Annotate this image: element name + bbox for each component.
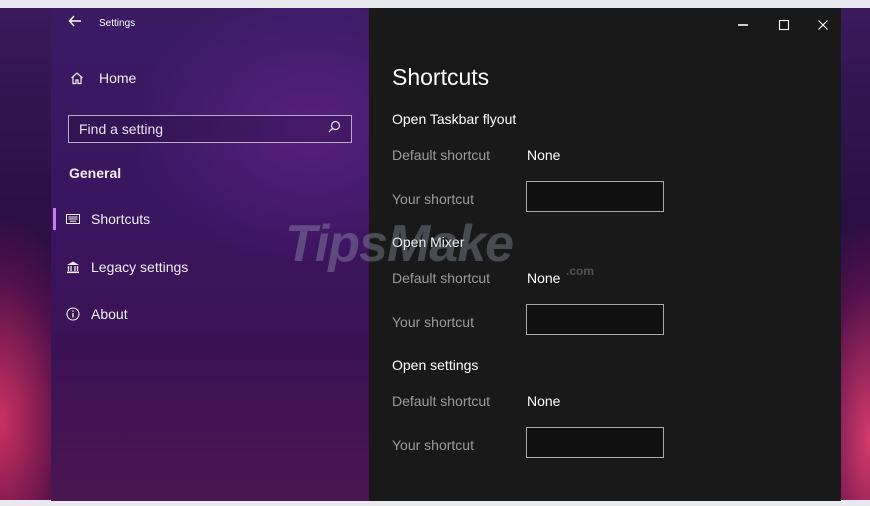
window-title: Settings xyxy=(99,18,136,29)
search-box[interactable] xyxy=(68,115,352,143)
minimize-icon xyxy=(738,24,748,26)
active-indicator xyxy=(53,208,56,230)
default-shortcut-label: Default shortcut xyxy=(392,147,491,163)
close-button[interactable] xyxy=(808,14,838,36)
default-shortcut-label: Default shortcut xyxy=(392,270,491,286)
keyboard-icon xyxy=(65,211,81,227)
shortcut-group-title: Open settings xyxy=(392,357,479,373)
default-shortcut-value: None xyxy=(527,393,561,409)
info-icon xyxy=(65,306,81,322)
arrow-left-icon xyxy=(68,15,81,27)
your-shortcut-field[interactable] xyxy=(526,181,664,212)
shortcut-group-title: Open Taskbar flyout xyxy=(392,111,517,127)
sidebar-item-label: Shortcuts xyxy=(91,211,151,227)
your-shortcut-field[interactable] xyxy=(526,304,664,335)
desktop-top-edge xyxy=(0,0,870,8)
sidebar: Settings Home General xyxy=(51,8,369,501)
back-button[interactable] xyxy=(65,14,85,34)
your-shortcut-label: Your shortcut xyxy=(392,437,474,453)
sidebar-item-about[interactable]: About xyxy=(65,303,128,325)
maximize-icon xyxy=(778,19,790,31)
settings-window: Settings Home General xyxy=(51,8,841,501)
your-shortcut-field[interactable] xyxy=(526,427,664,458)
close-icon xyxy=(818,20,828,30)
page-title: Shortcuts xyxy=(392,64,490,90)
default-shortcut-label: Default shortcut xyxy=(392,393,491,409)
sidebar-item-home[interactable]: Home xyxy=(69,68,136,88)
section-heading: General xyxy=(69,165,122,181)
bank-icon xyxy=(65,259,81,275)
search-input[interactable] xyxy=(79,121,309,137)
maximize-button[interactable] xyxy=(769,14,799,36)
your-shortcut-label: Your shortcut xyxy=(392,314,474,330)
main-content: Shortcuts Open Taskbar flyout Default sh… xyxy=(369,8,841,501)
minimize-button[interactable] xyxy=(728,14,758,36)
sidebar-item-label: Legacy settings xyxy=(91,259,189,275)
shortcut-group-title: Open Mixer xyxy=(392,234,465,250)
sidebar-item-legacy-settings[interactable]: Legacy settings xyxy=(65,256,188,278)
search-icon[interactable] xyxy=(328,120,341,138)
sidebar-item-shortcuts[interactable]: Shortcuts xyxy=(65,208,150,230)
your-shortcut-label: Your shortcut xyxy=(392,191,474,207)
home-icon xyxy=(69,70,85,86)
sidebar-item-label: About xyxy=(91,306,128,322)
default-shortcut-value: None xyxy=(527,270,561,286)
sidebar-item-label: Home xyxy=(99,70,137,86)
default-shortcut-value: None xyxy=(527,147,561,163)
